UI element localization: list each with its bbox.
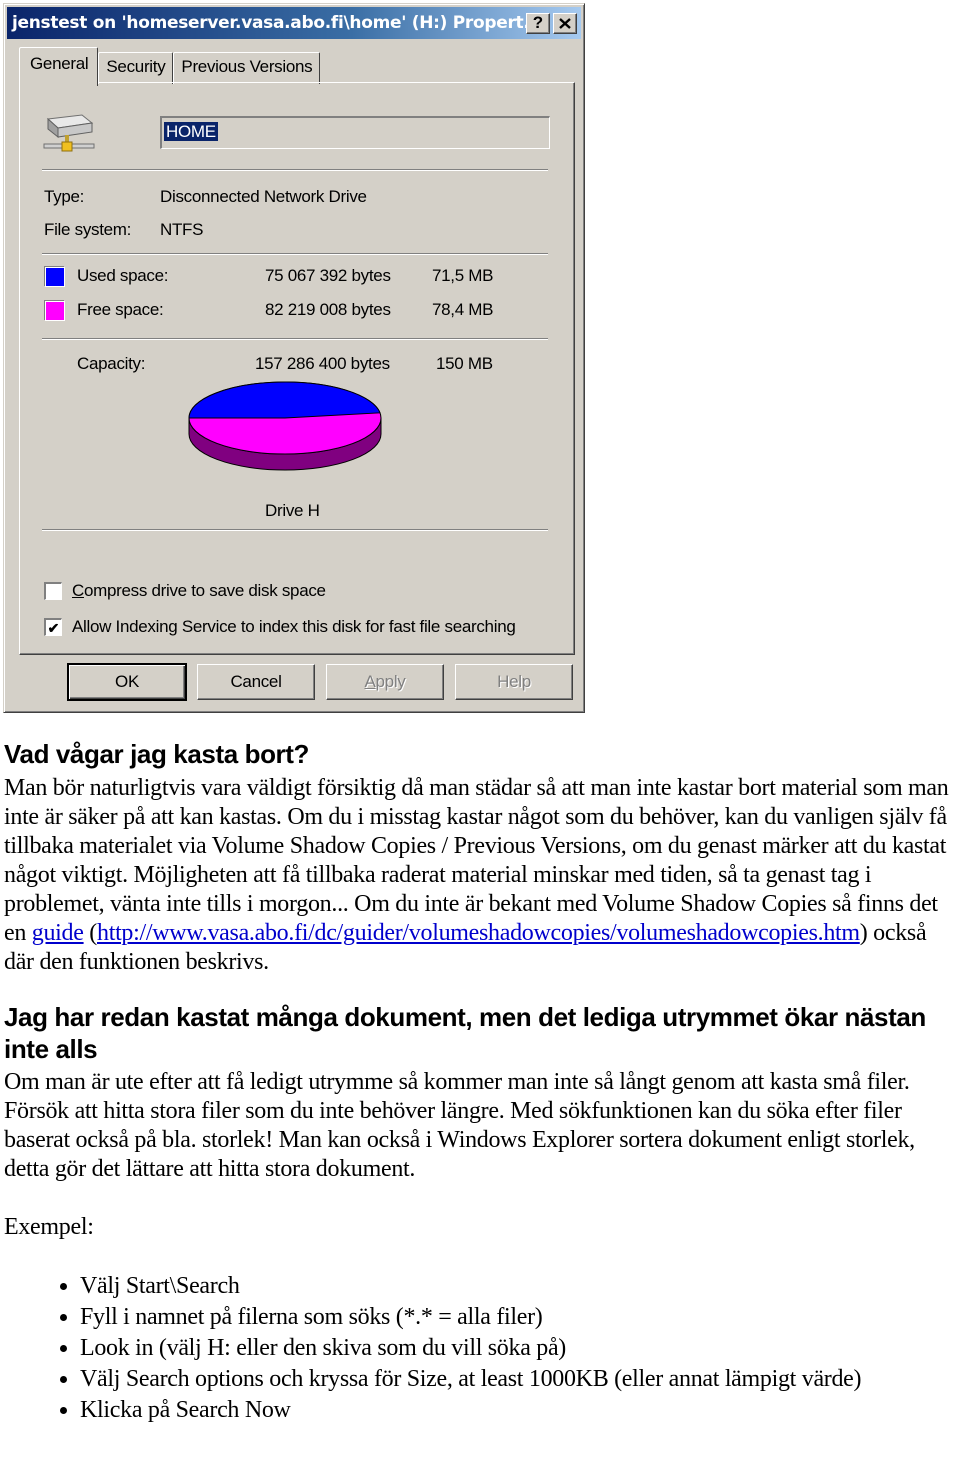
disk-usage-pie	[188, 381, 382, 471]
document-body: Vad vågar jag kasta bort? Man bör naturl…	[4, 738, 960, 1426]
list-item: Välj Search options och kryssa för Size,…	[80, 1364, 960, 1395]
network-drive-icon	[43, 114, 95, 152]
used-space-label: Used space:	[77, 266, 169, 285]
separator	[42, 169, 548, 171]
file-system-value: NTFS	[160, 220, 204, 239]
general-tab-panel: HOME Type: Disconnected Network Drive Fi…	[19, 82, 575, 655]
help-dialog-button[interactable]: Help	[455, 664, 573, 700]
file-system-label: File system:	[44, 220, 132, 239]
list-item: Fyll i namnet på filerna som söks (*.* =…	[80, 1302, 960, 1333]
steps-list: Välj Start\Search Fyll i namnet på filer…	[4, 1271, 960, 1426]
separator	[42, 529, 548, 531]
list-item: Klicka på Search Now	[80, 1395, 960, 1426]
guide-link[interactable]: guide	[32, 920, 84, 946]
list-item: Look in (välj H: eller den skiva som du …	[80, 1333, 960, 1364]
compress-label: Compress drive to save disk space	[72, 581, 326, 601]
free-space-bytes: 82 219 008 bytes	[265, 300, 391, 319]
indexing-checkbox[interactable]: ✔	[44, 618, 62, 636]
paragraph-large-files: Om man är ute efter att få ledigt utrymm…	[4, 1069, 915, 1182]
guide-url-link[interactable]: http://www.vasa.abo.fi/dc/guider/volumes…	[97, 920, 860, 946]
title-bar[interactable]: jenstest on 'homeserver.vasa.abo.fi\home…	[7, 7, 581, 39]
close-icon[interactable]	[553, 12, 577, 34]
heading-what-to-delete: Vad vågar jag kasta bort?	[4, 739, 310, 769]
used-space-size: 71,5 MB	[432, 266, 494, 285]
capacity-size: 150 MB	[436, 354, 493, 373]
paragraph-caution: Man bör naturligtvis vara väldigt försik…	[4, 774, 960, 977]
properties-dialog: jenstest on 'homeserver.vasa.abo.fi\home…	[3, 3, 585, 713]
used-space-bytes: 75 067 392 bytes	[265, 266, 391, 285]
example-label: Exempel:	[4, 1214, 94, 1240]
ok-button[interactable]: OK	[67, 663, 187, 701]
list-item: Välj Start\Search	[80, 1271, 960, 1302]
tab-strip: General Security Previous Versions	[19, 47, 321, 86]
help-button[interactable]: ?	[526, 12, 550, 34]
separator	[42, 338, 548, 340]
drive-name-value: HOME	[164, 122, 218, 141]
capacity-bytes: 157 286 400 bytes	[255, 354, 390, 373]
free-space-swatch	[45, 301, 65, 321]
drive-label: Drive H	[265, 501, 320, 520]
separator	[42, 253, 548, 255]
drive-name-input[interactable]: HOME	[160, 116, 550, 149]
paragraph-paren-open: (	[83, 920, 97, 946]
heading-free-space: Jag har redan kastat många dokument, men…	[4, 1002, 926, 1064]
capacity-label: Capacity:	[77, 354, 146, 373]
apply-button[interactable]: Apply	[326, 664, 444, 700]
used-space-swatch	[45, 267, 65, 287]
type-label: Type:	[44, 187, 85, 206]
free-space-label: Free space:	[77, 300, 164, 319]
cancel-button[interactable]: Cancel	[197, 664, 315, 700]
compress-label-text: Compress drive to save disk space	[72, 581, 326, 600]
tab-general[interactable]: General	[19, 47, 99, 86]
tab-previous-versions[interactable]: Previous Versions	[173, 52, 321, 84]
tab-security[interactable]: Security	[98, 52, 174, 84]
pie-slice-used	[188, 381, 381, 419]
dialog-title: jenstest on 'homeserver.vasa.abo.fi\home…	[12, 13, 526, 33]
compress-checkbox[interactable]	[44, 582, 62, 600]
type-value: Disconnected Network Drive	[160, 187, 367, 206]
free-space-size: 78,4 MB	[432, 300, 494, 319]
indexing-label: Allow Indexing Service to index this dis…	[72, 617, 516, 636]
